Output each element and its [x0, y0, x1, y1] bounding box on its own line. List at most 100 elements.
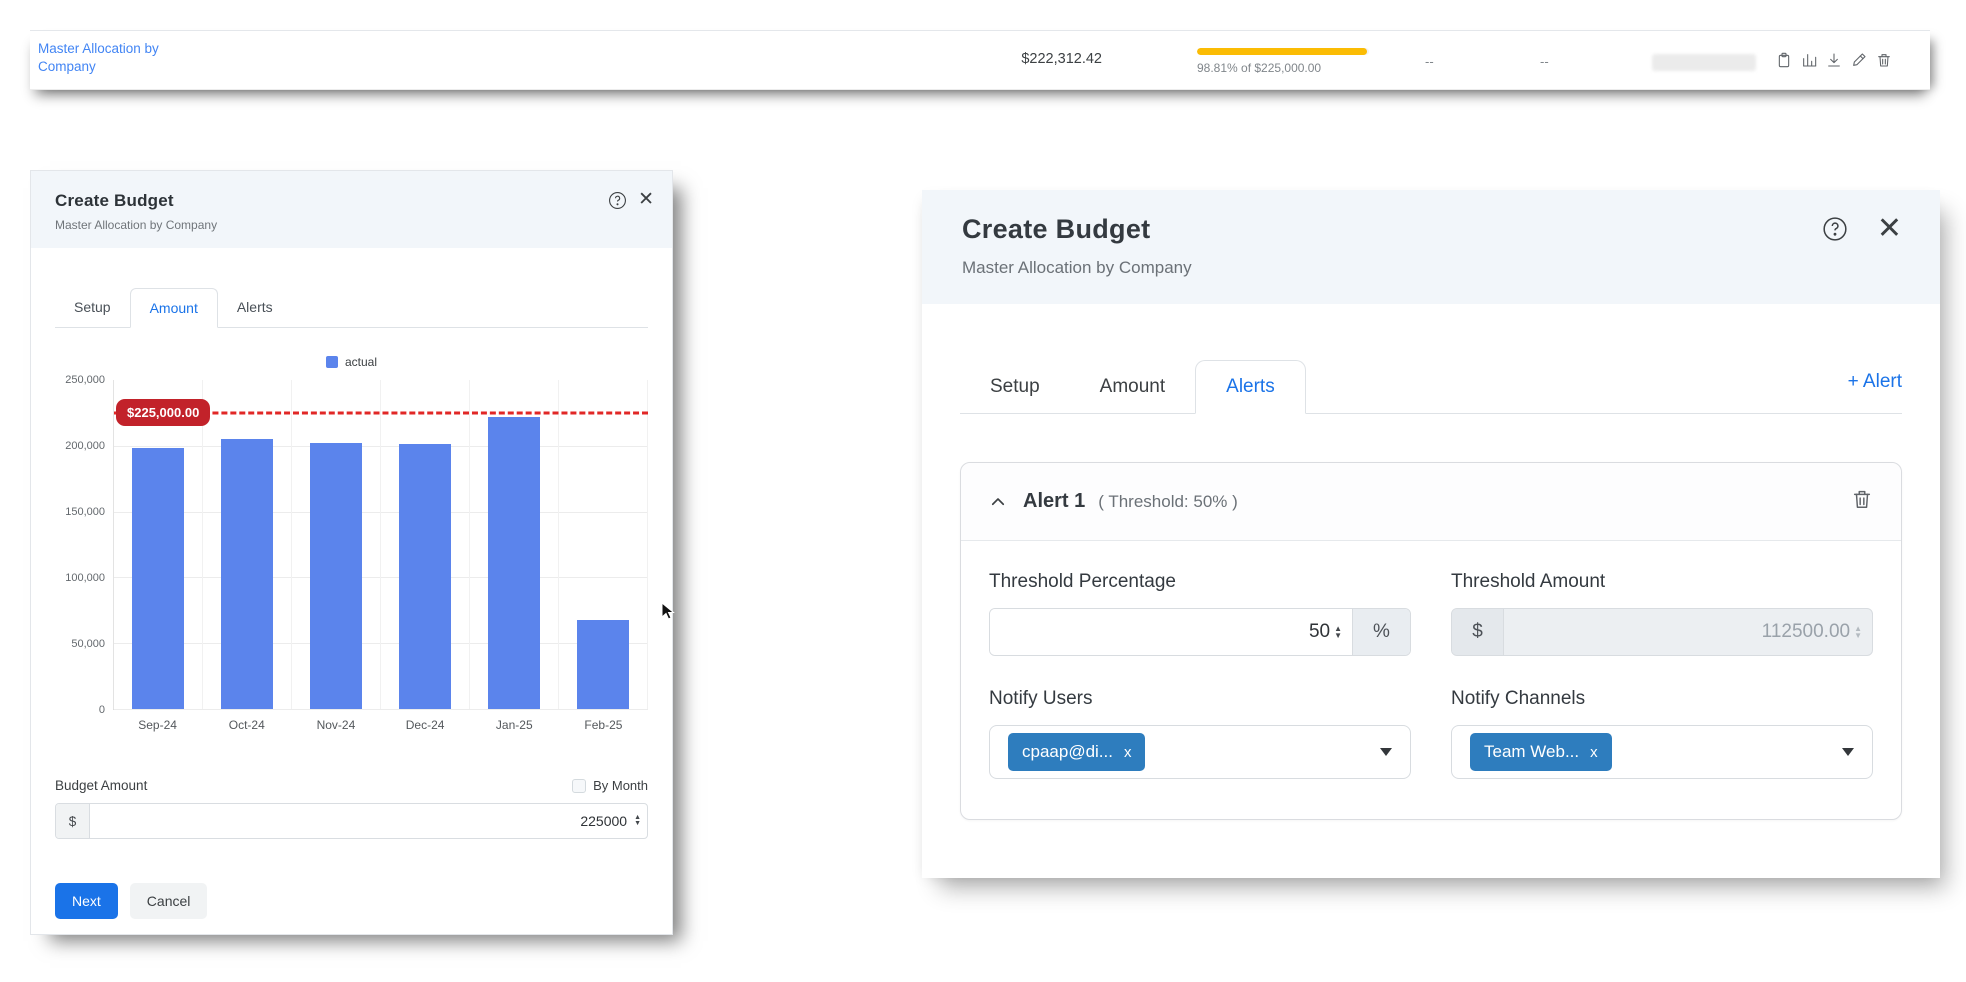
chart-plot: $225,000.00: [113, 380, 648, 710]
chart-x-tick: Feb-25: [559, 718, 648, 732]
chart-bar: [399, 444, 450, 709]
by-month-label: By Month: [593, 778, 648, 793]
cancel-button[interactable]: Cancel: [130, 883, 208, 919]
copy-icon[interactable]: [1776, 52, 1792, 68]
chart-column: [381, 380, 470, 709]
legend-label: actual: [345, 355, 377, 369]
threshold-amount-stepper: ▲▼: [1850, 609, 1872, 655]
notify-users-label: Notify Users: [989, 688, 1411, 710]
budget-amount-input[interactable]: 225000: [90, 804, 631, 838]
chart-y-tick: 100,000: [65, 572, 105, 584]
tab-bar: Setup Amount Alerts + Alert: [960, 360, 1902, 414]
close-icon[interactable]: ✕: [1877, 211, 1902, 246]
close-icon[interactable]: ✕: [638, 188, 654, 211]
alert-threshold-note: ( Threshold: 50% ): [1098, 492, 1238, 512]
edit-icon[interactable]: [1851, 52, 1867, 68]
user-chip-label: cpaap@di...: [1022, 742, 1113, 762]
redacted-value: [1652, 54, 1756, 71]
channel-chip: Team Web... x: [1470, 733, 1612, 771]
channel-chip-label: Team Web...: [1484, 742, 1579, 762]
budget-table-row: Master Allocation by Company $222,312.42…: [30, 30, 1930, 90]
threshold-percentage-group: 50 ▲▼ %: [989, 608, 1411, 656]
notify-users-field: Notify Users cpaap@di... x: [989, 688, 1411, 779]
notify-users-select[interactable]: cpaap@di... x: [989, 725, 1411, 779]
next-button[interactable]: Next: [55, 883, 118, 919]
dropdown-caret-icon: [1380, 748, 1392, 756]
tab-alerts[interactable]: Alerts: [1195, 360, 1306, 414]
chart-columns: [114, 380, 648, 709]
chart-gridline: [114, 709, 648, 710]
tab-setup[interactable]: Setup: [960, 361, 1070, 413]
chart-x-tick: Dec-24: [381, 718, 470, 732]
chart-column: [470, 380, 559, 709]
alert-card-body: Threshold Percentage 50 ▲▼ % Threshold A…: [961, 541, 1901, 819]
chart-x-tick: Jan-25: [470, 718, 559, 732]
chart-bar: [488, 417, 539, 709]
delete-icon[interactable]: [1876, 52, 1892, 68]
chart-bar: [310, 443, 361, 709]
tab-setup[interactable]: Setup: [55, 288, 130, 327]
channel-chip-remove[interactable]: x: [1590, 744, 1598, 761]
column-value-empty-2: --: [1540, 54, 1549, 69]
create-budget-modal-amount: Create Budget Master Allocation by Compa…: [30, 170, 673, 935]
modal-header: Create Budget Master Allocation by Compa…: [31, 171, 672, 248]
user-chip: cpaap@di... x: [1008, 733, 1145, 771]
modal-body: Setup Amount Alerts + Alert Alert 1 ( Th…: [922, 360, 1940, 820]
add-alert-button[interactable]: + Alert: [1848, 371, 1902, 403]
alert-card: Alert 1 ( Threshold: 50% ) Threshold Per…: [960, 462, 1902, 820]
budget-bar-chart: actual 250,000200,000150,000100,00050,00…: [55, 354, 648, 732]
budget-spent-amount: $222,312.42: [922, 51, 1102, 67]
modal-subtitle: Master Allocation by Company: [55, 218, 648, 232]
help-icon[interactable]: [608, 191, 627, 215]
modal-subtitle: Master Allocation by Company: [962, 258, 1900, 278]
progress-fill: [1197, 48, 1367, 55]
mouse-cursor: [661, 602, 677, 622]
by-month-checkbox[interactable]: [572, 779, 586, 793]
tab-alerts[interactable]: Alerts: [218, 288, 292, 327]
chart-column: [559, 380, 648, 709]
alert-card-header: Alert 1 ( Threshold: 50% ): [961, 463, 1901, 541]
chart-x-tick: Nov-24: [291, 718, 380, 732]
chart-column: [203, 380, 292, 709]
chart-bar: [577, 620, 628, 709]
delete-alert-icon[interactable]: [1851, 488, 1873, 515]
chart-bar: [221, 439, 272, 709]
chart-legend: actual: [55, 354, 648, 370]
chart-x-tick: Sep-24: [113, 718, 202, 732]
help-icon[interactable]: [1822, 216, 1848, 247]
tab-bar: Setup Amount Alerts: [55, 288, 648, 328]
chart-x-axis: Sep-24Oct-24Nov-24Dec-24Jan-25Feb-25: [113, 718, 648, 732]
dollar-addon: $: [1452, 609, 1504, 655]
chart-y-tick: 0: [99, 704, 105, 716]
user-chip-remove[interactable]: x: [1124, 744, 1132, 761]
chart-y-tick: 250,000: [65, 374, 105, 386]
notify-channels-label: Notify Channels: [1451, 688, 1873, 710]
modal-body: Setup Amount Alerts actual 250,000200,00…: [31, 288, 672, 919]
threshold-percentage-input[interactable]: 50: [990, 609, 1330, 655]
threshold-amount-label: Threshold Amount: [1451, 571, 1873, 593]
notify-channels-field: Notify Channels Team Web... x: [1451, 688, 1873, 779]
chart-y-axis: 250,000200,000150,000100,00050,0000: [55, 380, 113, 710]
row-action-icons: [1776, 52, 1892, 68]
threshold-percentage-stepper[interactable]: ▲▼: [1330, 609, 1352, 655]
bar-chart-icon[interactable]: [1801, 52, 1817, 68]
chart-bar: [132, 448, 183, 709]
budget-name-link[interactable]: Master Allocation by Company: [38, 40, 198, 76]
percent-addon: %: [1352, 609, 1410, 655]
budget-threshold-line: $225,000.00: [114, 411, 648, 414]
threshold-amount-input: 112500.00: [1504, 609, 1850, 655]
budget-progress: 98.81% of $225,000.00: [1197, 48, 1369, 75]
chart-y-tick: 50,000: [71, 638, 105, 650]
threshold-amount-group: $ 112500.00 ▲▼: [1451, 608, 1873, 656]
tab-amount[interactable]: Amount: [1070, 361, 1195, 413]
chart-column: [114, 380, 203, 709]
download-icon[interactable]: [1826, 52, 1842, 68]
by-month-toggle[interactable]: By Month: [572, 778, 648, 793]
collapse-chevron-icon[interactable]: [989, 493, 1007, 511]
modal-title: Create Budget: [962, 214, 1900, 245]
threshold-percentage-label: Threshold Percentage: [989, 571, 1411, 593]
notify-channels-select[interactable]: Team Web... x: [1451, 725, 1873, 779]
chart-column: [292, 380, 381, 709]
tab-amount[interactable]: Amount: [130, 288, 218, 328]
amount-stepper[interactable]: ▲▼: [631, 804, 647, 838]
